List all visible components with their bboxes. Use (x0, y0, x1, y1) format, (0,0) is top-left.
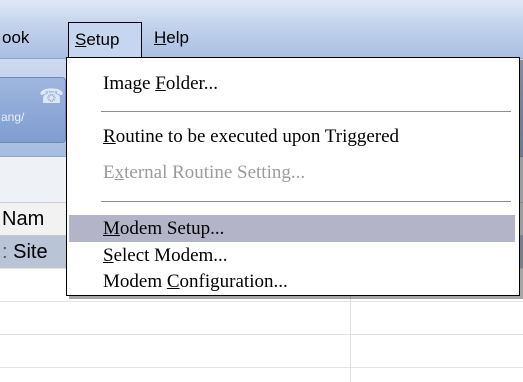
menu-help-label: elp (166, 28, 189, 47)
menu-setup[interactable]: Setup (68, 22, 142, 58)
toolbar-button-label: ang/ (1, 110, 25, 124)
menu-item-external-routine: External Routine Setting... (103, 162, 306, 183)
menu-help-accel: H (154, 28, 167, 47)
column-name-header[interactable]: Nam (0, 203, 44, 235)
menu-item-routine-triggered[interactable]: Routine to be executed upon Triggered (69, 123, 515, 150)
menu-separator (101, 201, 511, 203)
menu-item-modem-setup[interactable]: Modem Setup... (69, 215, 515, 242)
menu-setup-accel: S (75, 30, 87, 49)
menu-notebook-label: ook (2, 28, 30, 47)
table-row[interactable] (0, 335, 523, 368)
table-row[interactable] (0, 302, 523, 335)
table-cell-site: : Site (2, 241, 48, 263)
menu-bar: ook Setup Help (0, 0, 523, 59)
menu-help[interactable]: Help (148, 22, 195, 54)
modem-icon: ☎ (39, 84, 64, 108)
menu-item-select-modem[interactable]: Select Modem... (69, 242, 515, 269)
menu-item-modem-configuration[interactable]: Modem Configuration... (69, 268, 515, 295)
setup-dropdown-menu: Image Folder... Routine to be executed u… (66, 57, 520, 296)
menu-notebook[interactable]: ook (0, 22, 35, 54)
menu-setup-label: etup (86, 30, 120, 49)
menu-separator (101, 111, 511, 113)
menu-item-image-folder[interactable]: Image Folder... (69, 70, 515, 97)
toolbar-button[interactable]: ☎ ang/ (0, 77, 66, 143)
